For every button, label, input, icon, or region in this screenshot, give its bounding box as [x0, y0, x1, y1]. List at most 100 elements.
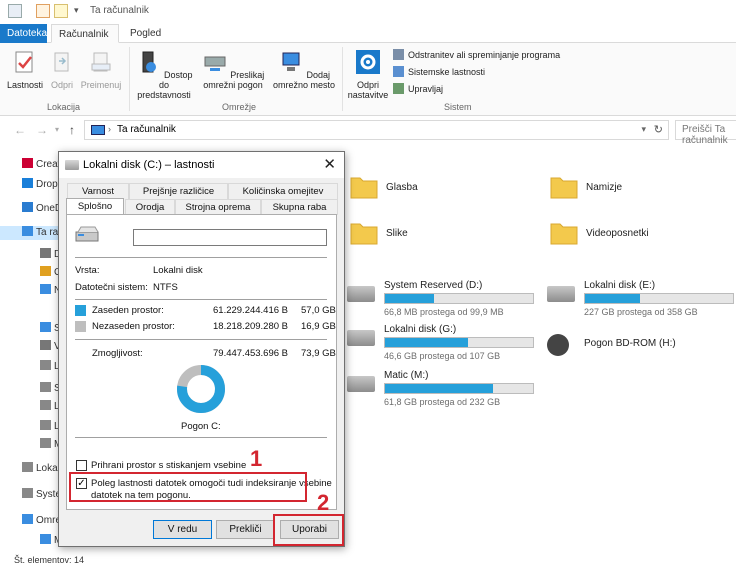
tab-tools[interactable]: Orodja [125, 199, 175, 215]
breadcrumb[interactable]: Ta računalnik [117, 124, 176, 135]
drive-usage-fill [385, 384, 494, 393]
up-icon[interactable]: ↑ [69, 123, 75, 137]
address-dropdown-icon[interactable]: ▾ [641, 124, 646, 135]
free-space-bytes: 18.218.209.280 B [213, 321, 289, 332]
divider [75, 257, 327, 258]
divider [75, 437, 327, 438]
address-bar-row: ← → ▾ ↑ › Ta računalnik ▾ ↻ Preišči Ta r… [0, 116, 736, 146]
folder-item[interactable]: Slike [350, 220, 500, 250]
nav-item[interactable]: Omrežje [22, 514, 62, 528]
drive-usage-fill [585, 294, 640, 303]
tab-previous-versions[interactable]: Prejšnje različice [129, 183, 228, 199]
tab-file[interactable]: Datoteka [0, 24, 47, 43]
folder-item[interactable]: Glasba [350, 174, 500, 204]
uninstall-program-label: Odstranitev ali spreminjanje programa [408, 50, 561, 60]
recent-locations-icon[interactable]: ▾ [55, 125, 59, 134]
nav-item[interactable]: OneDrive [22, 202, 62, 216]
used-space-bytes: 61.229.244.416 B [213, 305, 289, 316]
drive-icon [347, 286, 375, 302]
folder-item[interactable]: Namizje [550, 174, 700, 204]
system-properties-icon [393, 66, 404, 77]
free-space-label: Nezaseden prostor: [92, 321, 175, 332]
nav-item-icon [22, 488, 33, 498]
tab-computer[interactable]: Računalnik [51, 24, 119, 43]
drive-item[interactable]: Lokalni disk (G:) 46,6 GB prostega od 107… [347, 324, 537, 364]
forward-icon[interactable]: → [36, 123, 48, 137]
drive-usage-fill [385, 294, 434, 303]
map-drive-button[interactable]: Preslikaj omrežni pogon [197, 49, 269, 90]
tab-security[interactable]: Varnost [67, 183, 129, 199]
dialog-title: Lokalni disk (C:) – lastnosti [83, 159, 215, 171]
drive-name-input[interactable] [133, 229, 327, 246]
capacity-bytes: 79.447.453.696 B [213, 348, 289, 359]
annotation-number-2: 2 [317, 490, 330, 515]
open-button[interactable]: Odpri [47, 49, 77, 90]
used-space-gb: 57,0 GB [301, 305, 336, 316]
drive-icon [547, 334, 569, 356]
nav-item[interactable]: Lokalni disk (C:) [22, 462, 62, 476]
annotation-number-1: 1 [250, 446, 263, 471]
open-settings-button[interactable]: Odpri nastavitve [346, 49, 390, 100]
drive-item[interactable]: Pogon BD-ROM (H:) [547, 332, 736, 372]
network-drive-icon [204, 56, 226, 71]
open-icon [54, 52, 69, 72]
refresh-icon[interactable]: ↻ [654, 123, 663, 136]
divider [75, 339, 327, 340]
type-value: Lokalni disk [153, 265, 203, 276]
back-icon[interactable]: ← [14, 123, 26, 137]
system-properties-label: Sistemske lastnosti [408, 67, 486, 77]
compress-label: Prihrani prostor s stiskanjem vsebine [91, 460, 247, 471]
search-input[interactable]: Preišči Ta računalnik [675, 120, 736, 146]
drive-name: System Reserved (D:) [384, 280, 483, 291]
nav-item[interactable]: Ta računalnik [0, 226, 62, 240]
ribbon-separator [129, 47, 130, 111]
nav-item[interactable]: Creative Cloud Files [22, 158, 62, 172]
drive-icon [547, 286, 575, 302]
rename-button[interactable]: Preimenuj [80, 49, 122, 90]
drive-free-space: 46,6 GB prostega od 107 GB [384, 351, 501, 361]
add-network-location-button[interactable]: Dodaj omrežno mesto [270, 49, 338, 90]
nav-item[interactable]: Dropbox [22, 178, 62, 192]
tab-view[interactable]: Pogled [123, 24, 168, 43]
ok-button[interactable]: V redu [153, 520, 212, 539]
folder-icon [550, 177, 578, 199]
drive-item[interactable]: System Reserved (D:) 66,8 MB prostega od … [347, 280, 537, 320]
address-field[interactable]: › Ta računalnik ▾ ↻ [84, 120, 669, 140]
capacity-label: Zmogljivost: [92, 348, 143, 359]
folder-item[interactable]: Videoposnetki [550, 220, 700, 250]
navigation-pane: Creative Cloud Files Dropbox OneDrive Ta ra… [0, 144, 62, 550]
properties-quick-icon[interactable] [36, 4, 50, 18]
customize-qat-icon[interactable]: ▾ [74, 5, 79, 16]
nav-item-icon [40, 360, 51, 370]
media-server-icon [142, 51, 157, 73]
nav-item-icon [22, 226, 33, 236]
nav-item[interactable]: System Reserved (D:) [22, 488, 62, 502]
tab-hardware[interactable]: Strojna oprema [175, 199, 261, 215]
drive-free-space: 66,8 MB prostega od 99,9 MB [384, 307, 504, 317]
tab-sharing[interactable]: Skupna raba [261, 199, 338, 215]
drive-item[interactable]: Lokalni disk (E:) 227 GB prostega od 358 … [547, 280, 736, 320]
close-icon[interactable]: ✕ [323, 155, 336, 173]
drive-icon [65, 160, 79, 170]
nav-item-icon [40, 322, 51, 332]
manage-button[interactable]: Upravljaj [393, 82, 443, 96]
window-title: Ta računalnik [90, 5, 149, 16]
new-folder-quick-icon[interactable] [54, 4, 68, 18]
uninstall-program-button[interactable]: Odstranitev ali spreminjanje programa [393, 48, 560, 62]
programs-icon [393, 49, 404, 60]
tab-quota[interactable]: Količinska omejitev [228, 183, 338, 199]
tab-general[interactable]: Splošno [66, 198, 124, 215]
compress-checkbox[interactable] [76, 460, 87, 471]
system-properties-button[interactable]: Sistemske lastnosti [393, 65, 485, 79]
highlight-apply-button [273, 514, 344, 546]
nav-item-icon [22, 462, 33, 472]
drive-item[interactable]: Matic (M:) 61,8 GB prostega od 232 GB [347, 370, 537, 410]
used-space-swatch [75, 305, 86, 316]
group-label-network: Omrežje [222, 102, 257, 112]
drive-name: Lokalni disk (E:) [584, 280, 656, 291]
highlight-index-option [69, 472, 307, 502]
properties-button[interactable]: Lastnosti [6, 49, 44, 90]
media-access-button[interactable]: Dostop do predstavnosti [133, 49, 195, 100]
drive-icon [347, 330, 375, 346]
cancel-button[interactable]: Prekliči [216, 520, 275, 539]
